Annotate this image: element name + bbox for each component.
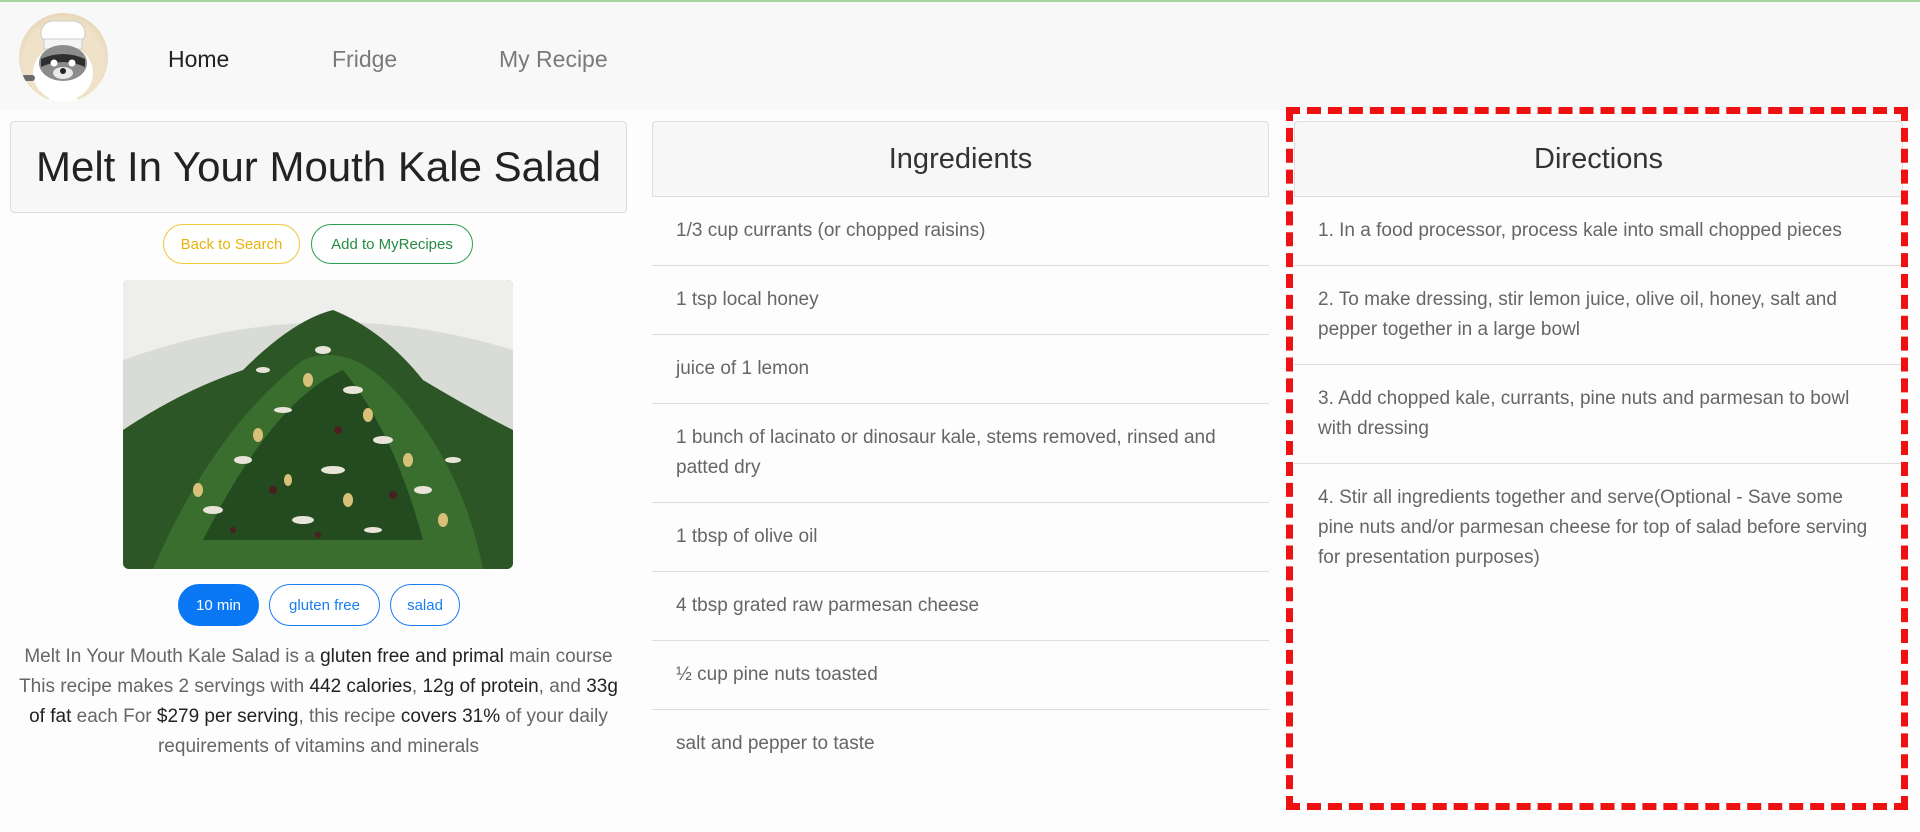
direction-step: 3. Add chopped kale, currants, pine nuts… (1294, 365, 1903, 464)
tag-time[interactable]: 10 min (178, 584, 259, 626)
recipe-title-card: Melt In Your Mouth Kale Salad (10, 121, 627, 213)
ingredient-item: 1 tsp local honey (652, 266, 1269, 335)
ingredient-item: salt and pepper to taste (676, 733, 875, 754)
add-to-myrecipes-button[interactable]: Add to MyRecipes (311, 224, 473, 264)
ingredient-item: juice of 1 lemon (652, 335, 1269, 404)
tag-gluten-free[interactable]: gluten free (269, 584, 380, 626)
raccoon-chef-logo[interactable] (19, 13, 108, 102)
ingredient-item: 1 bunch of lacinato or dinosaur kale, st… (652, 404, 1269, 503)
recipe-summary: Melt In Your Mouth Kale Salad is a glute… (19, 646, 618, 757)
tag-salad[interactable]: salad (390, 584, 460, 626)
ingredients-header: Ingredients (652, 121, 1269, 197)
ingredient-item: 4 tbsp grated raw parmesan cheese (652, 572, 1269, 641)
directions-header: Directions (1294, 121, 1903, 197)
ingredient-item: ½ cup pine nuts toasted (652, 641, 1269, 710)
nav-home[interactable]: Home (168, 46, 229, 73)
ingredient-item: 1/3 cup currants (or chopped raisins) (652, 197, 1269, 266)
direction-step: 4. Stir all ingredients together and ser… (1318, 487, 1868, 568)
direction-step: 2. To make dressing, stir lemon juice, o… (1294, 266, 1903, 365)
recipe-title: Melt In Your Mouth Kale Salad (35, 143, 602, 190)
ingredient-item: 1 tbsp of olive oil (652, 503, 1269, 572)
nav-my-recipe[interactable]: My Recipe (499, 46, 608, 73)
back-to-search-button[interactable]: Back to Search (163, 224, 300, 264)
ingredients-list: 1/3 cup currants (or chopped raisins) 1 … (652, 197, 1269, 778)
nav-fridge[interactable]: Fridge (332, 46, 397, 73)
directions-list: 1. In a food processor, process kale int… (1294, 197, 1903, 592)
recipe-photo (123, 280, 513, 569)
direction-step: 1. In a food processor, process kale int… (1294, 197, 1903, 266)
navbar: Home Fridge My Recipe (0, 2, 1920, 110)
